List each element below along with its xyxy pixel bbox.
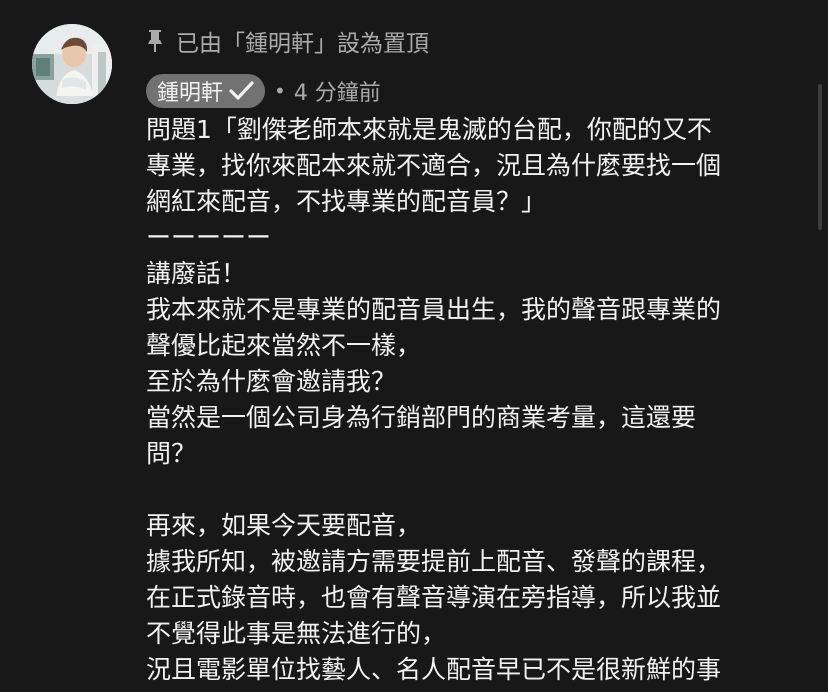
comment-timestamp[interactable]: 4 分鐘前: [294, 75, 381, 107]
comment-line: 網紅來配音，不找專業的配音員？」: [146, 187, 547, 216]
comment-line: 不覺得此事是無法進行的，: [146, 619, 447, 648]
comment-line: 再來，如果今天要配音，: [146, 511, 422, 540]
comment-line: [146, 472, 806, 508]
comment-line: 據我所知，被邀請方需要提前上配音、發聲的課程，: [146, 547, 722, 576]
pinned-text: 已由「鍾明軒」設為置頂: [176, 31, 429, 57]
separator-dot: •: [274, 79, 286, 103]
pinned-notice: 已由「鍾明軒」設為置頂: [146, 24, 429, 58]
author-badge[interactable]: 鍾明軒: [146, 74, 266, 108]
author-name: 鍾明軒: [157, 81, 224, 106]
comment-line: 至於為什麼會邀請我？: [146, 367, 397, 396]
pin-icon: [148, 30, 162, 52]
comment-line: 問題1「劉傑老師本來就是鬼滅的台配，你配的又不: [146, 115, 712, 144]
comment-header: 鍾明軒 • 4 分鐘前: [146, 74, 381, 108]
comment-line: ーーーーー: [146, 223, 272, 252]
comment-line: 聲優比起來當然不一樣，: [146, 331, 422, 360]
avatar-image: [32, 24, 112, 104]
avatar[interactable]: [32, 24, 112, 104]
comment-line: 在正式錄音時，也會有聲音導演在旁指導，所以我並: [146, 583, 722, 612]
comment-line: 情了，我並不覺得此事很稀奇。: [146, 688, 806, 692]
comment-line: 講廢話！: [146, 259, 247, 288]
checkmark-icon: [229, 81, 254, 100]
comment-line: 我本來就不是專業的配音員出生，我的聲音跟專業的: [146, 295, 722, 324]
comment-line: 當然是一個公司身為行銷部門的商業考量，這還要: [146, 403, 697, 432]
comment-line: 專業，找你來配本來就不適合，況且為什麼要找一個: [146, 151, 722, 180]
comment-thread: 已由「鍾明軒」設為置頂 鍾明軒 • 4 分鐘前 問題1「劉傑老師本來就是鬼滅的台…: [0, 0, 828, 692]
comment-line: 問？: [146, 439, 197, 468]
comment-line: 況且電影單位找藝人、名人配音早已不是很新鮮的事: [146, 655, 722, 684]
scrollbar[interactable]: [818, 84, 822, 230]
comment-text: 問題1「劉傑老師本來就是鬼滅的台配，你配的又不 專業，找你來配本來就不適合，況且為…: [146, 112, 806, 692]
